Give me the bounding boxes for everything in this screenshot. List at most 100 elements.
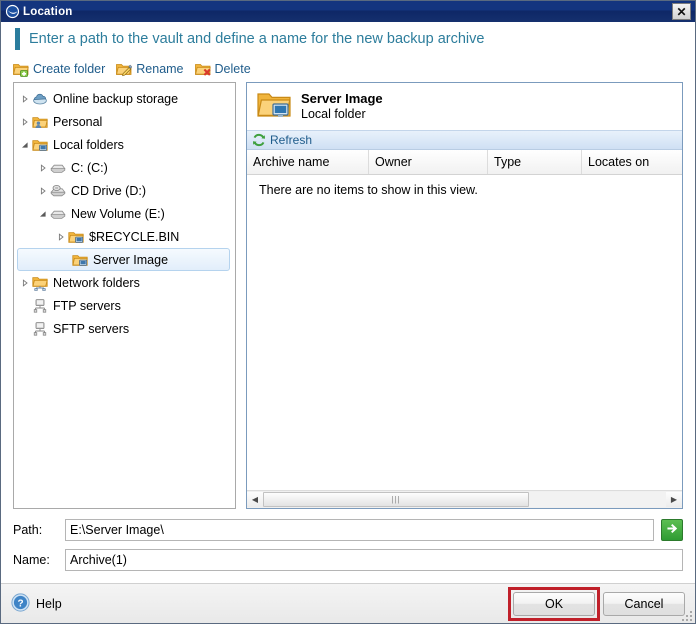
scrollbar-thumb[interactable]: |||	[263, 492, 529, 507]
tree-item-label: CD Drive (D:)	[71, 183, 146, 198]
path-label: Path:	[13, 523, 43, 537]
cancel-button[interactable]: Cancel	[603, 591, 685, 616]
location-dialog: Location ✕ Enter a path to the vault and…	[0, 0, 696, 624]
path-name-fields: Path: Name:	[1, 509, 695, 583]
chevron-right-icon[interactable]	[36, 186, 50, 195]
tree-item-new-volume-e[interactable]: New Volume (E:)	[14, 202, 235, 225]
rename-button[interactable]: Rename	[116, 61, 184, 77]
ok-button[interactable]: OK	[513, 591, 595, 616]
tree-item-label: Local folders	[53, 137, 124, 152]
refresh-button[interactable]: Refresh	[247, 130, 682, 150]
close-icon[interactable]: ✕	[672, 3, 691, 20]
archive-table-body[interactable]: There are no items to show in this view.	[247, 175, 682, 490]
delete-label: Delete	[214, 62, 251, 76]
folder-rename-icon	[116, 61, 133, 77]
local-folder-large-icon	[257, 89, 291, 124]
delete-button[interactable]: Delete	[194, 61, 251, 77]
tree-item-local-folders[interactable]: Local folders	[14, 133, 235, 156]
tree-item-ftp-servers[interactable]: FTP servers	[14, 294, 235, 317]
help-label: Help	[36, 596, 62, 611]
scrollbar-track[interactable]: |||	[263, 492, 666, 507]
ok-button-wrapper: OK	[508, 586, 600, 621]
folder-title: Server Image	[301, 91, 383, 106]
tree-item-server-image[interactable]: Server Image	[17, 248, 230, 271]
acronis-logo-icon	[5, 4, 20, 19]
archive-list-pane: Server Image Local folder Refresh Archiv…	[246, 82, 683, 509]
network-folder-icon	[32, 275, 48, 291]
folder-add-icon	[13, 61, 29, 77]
column-header-locates-on[interactable]: Locates on	[582, 150, 682, 174]
chevron-right-icon[interactable]	[18, 117, 32, 126]
create-folder-label: Create folder	[33, 62, 106, 76]
tree-item-label: Personal	[53, 114, 103, 129]
personal-folder-icon	[32, 114, 48, 130]
dialog-body: Create folder Rename Delete Online backu…	[1, 56, 695, 583]
empty-list-message: There are no items to show in this view.	[259, 183, 478, 197]
instruction-banner: Enter a path to the vault and define a n…	[1, 22, 695, 56]
scrollbar-grip-icon: |||	[391, 494, 401, 504]
help-button[interactable]: ? Help	[11, 592, 62, 615]
chevron-right-icon[interactable]	[18, 278, 32, 287]
title-bar: Location ✕	[1, 1, 695, 22]
refresh-label: Refresh	[270, 133, 313, 147]
tree-item-label: Server Image	[93, 252, 169, 267]
tree-item-label: Network folders	[53, 275, 140, 290]
column-header-owner[interactable]: Owner	[369, 150, 488, 174]
window-title: Location	[23, 5, 73, 18]
banner-text: Enter a path to the vault and define a n…	[29, 31, 485, 47]
refresh-icon	[252, 133, 266, 147]
tree-item-online-backup-storage[interactable]: Online backup storage	[14, 87, 235, 110]
chevron-down-icon[interactable]	[36, 210, 50, 218]
server-icon	[32, 321, 48, 337]
drive-icon	[50, 160, 66, 176]
column-header-archive-name[interactable]: Archive name	[247, 150, 369, 174]
scroll-left-icon[interactable]: ◀	[247, 492, 263, 507]
tree-item-c-drive[interactable]: C: (C:)	[14, 156, 235, 179]
svg-text:?: ?	[17, 598, 23, 609]
path-input[interactable]	[65, 519, 654, 541]
tree-item-label: Online backup storage	[53, 91, 179, 106]
selected-folder-header: Server Image Local folder	[247, 83, 682, 130]
help-icon: ?	[11, 592, 30, 615]
folder-subtitle: Local folder	[301, 107, 366, 121]
drive-icon	[50, 206, 66, 222]
scroll-right-icon[interactable]: ▶	[666, 492, 682, 507]
cd-drive-icon	[50, 183, 66, 199]
tree-item-sftp-servers[interactable]: SFTP servers	[14, 317, 235, 340]
tree-item-personal[interactable]: Personal	[14, 110, 235, 133]
chevron-down-icon[interactable]	[18, 141, 32, 149]
server-icon	[32, 298, 48, 314]
footer-buttons: OK Cancel	[508, 586, 685, 621]
tree-item-label: SFTP servers	[53, 321, 130, 336]
chevron-right-icon[interactable]	[54, 232, 68, 241]
local-folder-icon	[72, 252, 88, 268]
name-label: Name:	[13, 553, 50, 567]
horizontal-scrollbar[interactable]: ◀ ||| ▶	[247, 490, 682, 508]
folder-delete-icon	[194, 61, 211, 77]
tree-item-label: $RECYCLE.BIN	[89, 229, 180, 244]
tree-item-label: New Volume (E:)	[71, 206, 165, 221]
path-row: Path:	[13, 519, 683, 541]
local-folder-icon	[68, 229, 84, 245]
tree-item-recycle-bin[interactable]: $RECYCLE.BIN	[14, 225, 235, 248]
tree-item-cd-drive[interactable]: CD Drive (D:)	[14, 179, 235, 202]
chevron-right-icon[interactable]	[18, 94, 32, 103]
arrow-right-icon	[666, 522, 679, 538]
resize-grip-icon[interactable]	[680, 609, 692, 621]
location-tree[interactable]: Online backup storage Personal Local fol…	[13, 82, 236, 509]
tree-item-network-folders[interactable]: Network folders	[14, 271, 235, 294]
column-header-type[interactable]: Type	[488, 150, 582, 174]
archive-table-header: Archive name Owner Type Locates on	[247, 150, 682, 175]
banner-accent-bar	[15, 28, 20, 50]
name-input[interactable]	[65, 549, 683, 571]
dialog-footer: ? Help OK Cancel	[1, 583, 695, 623]
tree-item-label: FTP servers	[53, 298, 121, 313]
create-folder-button[interactable]: Create folder	[13, 61, 105, 77]
go-button[interactable]	[661, 519, 683, 541]
local-folder-icon	[32, 137, 48, 153]
folder-toolbar: Create folder Rename Delete	[1, 56, 695, 82]
cloud-storage-icon	[32, 91, 48, 107]
name-row: Name:	[13, 549, 683, 571]
browser-panes: Online backup storage Personal Local fol…	[1, 82, 695, 509]
chevron-right-icon[interactable]	[36, 163, 50, 172]
